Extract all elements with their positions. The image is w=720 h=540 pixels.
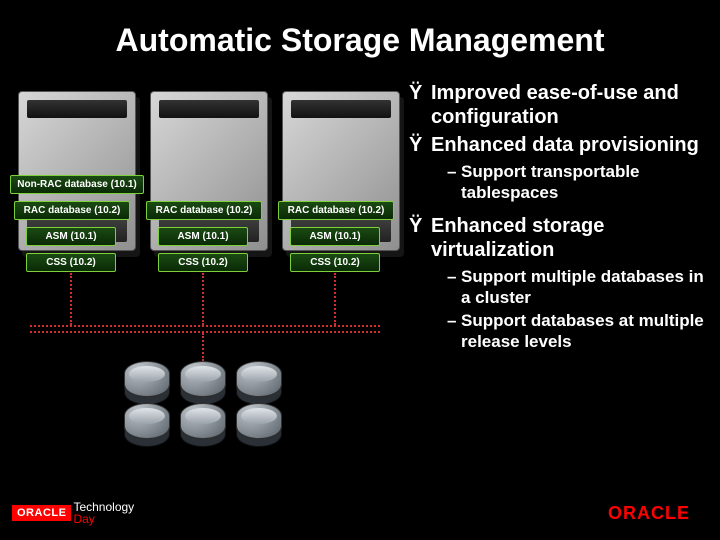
- label-asm: ASM (10.1): [158, 227, 248, 246]
- bullet-item: Enhanced data provisioning: [409, 133, 710, 157]
- connector-bus: [30, 325, 380, 333]
- oracle-logo-right: ORACLE: [608, 503, 690, 524]
- label-rac-db: RAC database (10.2): [14, 201, 130, 220]
- day-word: Day: [73, 512, 94, 526]
- disk-icon: [124, 361, 170, 397]
- sub-bullet-item: Support multiple databases in a cluster: [447, 266, 710, 309]
- label-css: CSS (10.2): [290, 253, 380, 272]
- bullet-item: Enhanced storage virtualization: [409, 214, 710, 262]
- architecture-diagram: Non-RAC database (10.1) RAC database (10…: [10, 71, 405, 461]
- sub-bullet-item: Support transportable tablespaces: [447, 161, 710, 204]
- connector-line: [334, 273, 336, 325]
- content-row: Non-RAC database (10.1) RAC database (10…: [0, 71, 720, 461]
- disk-group: [120, 361, 290, 449]
- label-rac-db: RAC database (10.2): [278, 201, 394, 220]
- disk-icon: [180, 361, 226, 397]
- slide-title: Automatic Storage Management: [0, 0, 720, 71]
- sub-bullet-item: Support databases at multiple release le…: [447, 310, 710, 353]
- bullet-list: Improved ease-of-use and configuration E…: [405, 71, 710, 461]
- disk-icon: [236, 403, 282, 439]
- disk-icon: [236, 361, 282, 397]
- disk-icon: [180, 403, 226, 439]
- connector-line: [202, 273, 204, 325]
- label-rac-db: RAC database (10.2): [146, 201, 262, 220]
- label-non-rac-db: Non-RAC database (10.1): [10, 175, 144, 194]
- oracle-logo: ORACLE: [12, 505, 71, 521]
- technology-day-text: Technology Day: [73, 501, 134, 525]
- connector-line: [202, 333, 204, 361]
- label-asm: ASM (10.1): [290, 227, 380, 246]
- brand-left: ORACLE Technology Day: [12, 501, 134, 525]
- label-asm: ASM (10.1): [26, 227, 116, 246]
- connector-line: [70, 273, 72, 325]
- disk-icon: [124, 403, 170, 439]
- label-css: CSS (10.2): [158, 253, 248, 272]
- footer: ORACLE Technology Day ORACLE: [0, 494, 720, 540]
- label-css: CSS (10.2): [26, 253, 116, 272]
- bullet-item: Improved ease-of-use and configuration: [409, 81, 710, 129]
